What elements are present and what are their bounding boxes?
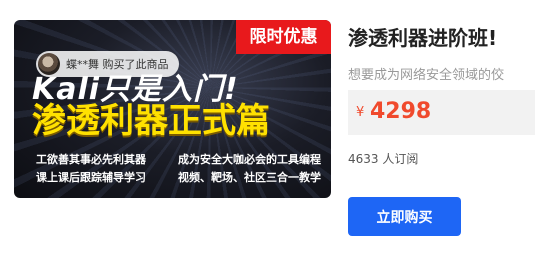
course-subtitle: 想要成为网络安全领域的佼 bbox=[348, 68, 505, 83]
subscriber-count: 4633 人订阅 bbox=[348, 152, 419, 166]
banner-feature: 成为安全大咖必会的工具编程 bbox=[178, 153, 321, 166]
buy-now-button[interactable]: 立即购买 bbox=[348, 197, 461, 236]
limited-offer-badge: 限时优惠 bbox=[236, 20, 331, 54]
price-amount: 4298 bbox=[370, 99, 432, 124]
currency-symbol: ¥ bbox=[356, 105, 365, 120]
avatar bbox=[38, 53, 60, 75]
course-title[interactable]: 渗透利器进阶班! bbox=[348, 22, 497, 51]
banner-main-title: 渗透利器正式篇 bbox=[32, 101, 270, 141]
banner-feature: 工欲善其事必先利其器 bbox=[36, 153, 146, 166]
banner-feature: 课上课后跟踪辅导学习 bbox=[36, 171, 146, 184]
banner-feature: 视频、靶场、社区三合一教学 bbox=[178, 171, 321, 184]
purchase-notice: 蝶**舞 购买了此商品 bbox=[36, 51, 179, 77]
price-box: ¥ 4298 bbox=[348, 90, 535, 135]
purchase-notice-text: 蝶**舞 购买了此商品 bbox=[66, 58, 169, 71]
course-banner[interactable]: Kali只是入门! 渗透利器正式篇 工欲善其事必先利其器 课上课后跟踪辅导学习 … bbox=[14, 20, 331, 198]
